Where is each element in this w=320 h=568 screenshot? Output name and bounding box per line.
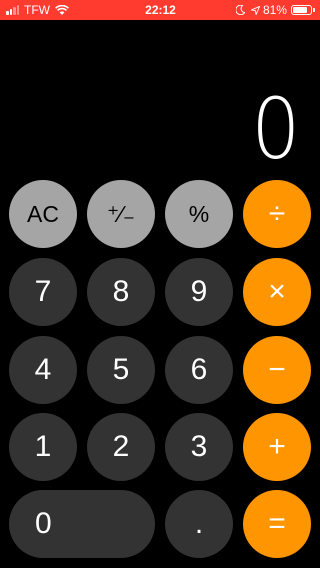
digit-3-button[interactable]: 3 [165,413,233,481]
digit-1-button[interactable]: 1 [9,413,77,481]
digit-7-button[interactable]: 7 [9,258,77,326]
add-button[interactable]: + [243,413,311,481]
plus-minus-button[interactable]: ⁺∕₋ [87,180,155,248]
multiply-button[interactable]: × [243,258,311,326]
equals-button[interactable]: = [243,490,311,558]
subtract-button[interactable]: − [243,336,311,404]
percent-button[interactable]: % [165,180,233,248]
digit-0-button[interactable]: 0 [9,490,155,558]
divide-button[interactable]: ÷ [243,180,311,248]
digit-5-button[interactable]: 5 [87,336,155,404]
digit-6-button[interactable]: 6 [165,336,233,404]
digit-2-button[interactable]: 2 [87,413,155,481]
digit-8-button[interactable]: 8 [87,258,155,326]
digit-9-button[interactable]: 9 [165,258,233,326]
digit-4-button[interactable]: 4 [9,336,77,404]
decimal-button[interactable]: . [165,490,233,558]
all-clear-button[interactable]: AC [9,180,77,248]
keypad: AC ⁺∕₋ % ÷ 7 8 9 × 4 5 6 − 1 2 3 + 0 . = [0,0,320,568]
